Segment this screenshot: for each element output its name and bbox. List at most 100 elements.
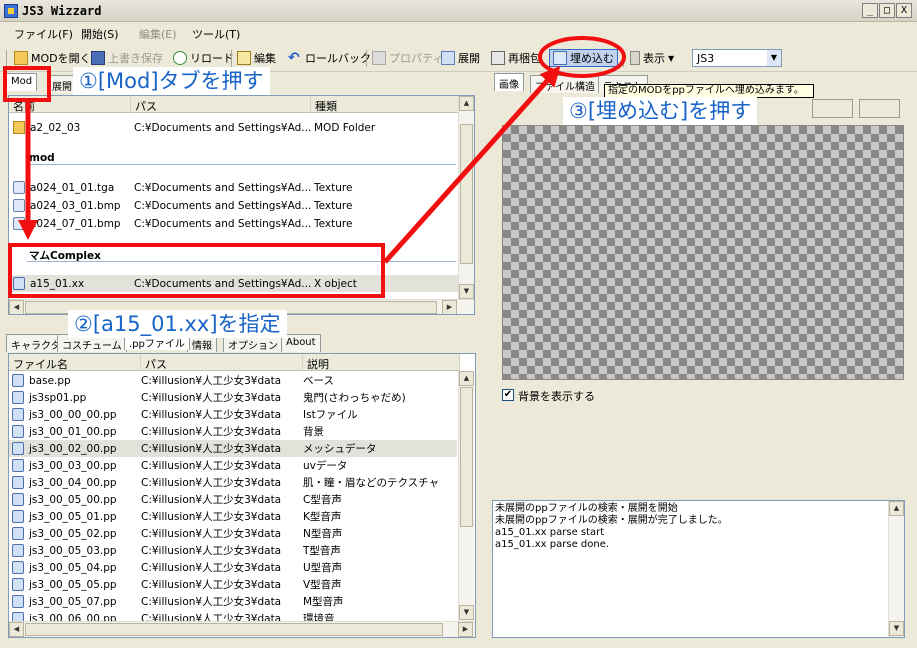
table-row[interactable]: base.pp C:¥illusion¥人工少女3¥data ベース (9, 372, 457, 389)
scroll-down-icon[interactable]: ▼ (459, 284, 474, 299)
file-name: js3sp01.pp (29, 391, 87, 404)
scroll-up-icon[interactable]: ▲ (889, 501, 904, 516)
scroll-thumb[interactable] (460, 124, 473, 264)
table-row[interactable]: js3_00_05_05.pp C:¥illusion¥人工少女3¥data V型音… (9, 576, 457, 593)
table-row[interactable]: js3_00_05_04.pp C:¥illusion¥人工少女3¥data U型音… (9, 559, 457, 576)
profile-select[interactable]: JS3 ▼ (692, 49, 782, 67)
scroll-thumb[interactable] (25, 623, 443, 636)
item-type: Texture (314, 217, 353, 230)
scroll-right-icon[interactable]: ▶ (458, 622, 473, 637)
horizontal-scrollbar[interactable]: ◀ ▶ (9, 621, 475, 637)
pp-file-icon (12, 510, 24, 523)
edit-button[interactable]: 編集 (237, 49, 276, 67)
step2-label: ②[a15_01.xx]を指定 (68, 310, 287, 338)
properties-button[interactable]: プロパティ (372, 49, 443, 67)
file-description: T型音声 (303, 545, 341, 557)
vertical-scrollbar[interactable]: ▲ ▼ (458, 371, 474, 621)
texture-icon (13, 217, 25, 230)
overwrite-save-button[interactable]: 上書き保存 (91, 49, 163, 67)
scroll-thumb[interactable] (460, 387, 473, 527)
step3-label: ③[埋め込む]を押す (563, 97, 758, 125)
table-row[interactable]: js3sp01.pp C:¥illusion¥人工少女3¥data 鬼門(さわっちゃ… (9, 389, 457, 406)
table-row[interactable]: js3_00_04_00.pp C:¥illusion¥人工少女3¥data 肌・瞳… (9, 474, 457, 491)
table-row[interactable]: js3_00_05_01.pp C:¥illusion¥人工少女3¥data K型音… (9, 508, 457, 525)
item-name: a024_01_01.tga (30, 181, 115, 194)
log-output[interactable]: 未展開のppファイルの検索・展開を開始 未展開のppファイルの検索・展開が完了し… (492, 500, 905, 638)
list-item[interactable]: a024_03_01.bmp C:¥Documents and Settings… (10, 197, 458, 214)
minimize-button[interactable]: _ (862, 3, 878, 18)
item-name: a024_07_01.bmp (30, 217, 121, 230)
toolbar-separator (366, 50, 367, 67)
file-path: C:¥illusion¥人工少女3¥data (141, 426, 282, 438)
preview-field (859, 99, 900, 118)
list-item[interactable]: a2_02_03 C:¥Documents and Settings¥Ad...… (10, 119, 458, 136)
edit-label: 編集 (254, 52, 276, 65)
table-row[interactable]: js3_00_05_07.pp C:¥illusion¥人工少女3¥data M型音… (9, 593, 457, 610)
menu-edit[interactable]: 編集(E) (139, 26, 177, 42)
scroll-down-icon[interactable]: ▼ (889, 621, 904, 636)
table-row[interactable]: js3_00_00_00.pp C:¥illusion¥人工少女3¥data Ist… (9, 406, 457, 423)
column-header-path[interactable]: パス (131, 96, 311, 113)
column-header-type[interactable]: 種類 (311, 96, 459, 113)
pp-file-icon (12, 595, 24, 608)
pp-file-icon (12, 391, 24, 404)
item-path: C:¥Documents and Settings¥Ad... (134, 181, 312, 194)
view-label: 表示 (643, 52, 665, 65)
file-path: C:¥illusion¥人工少女3¥data (141, 494, 282, 506)
texture-preview (502, 125, 904, 380)
file-path: C:¥illusion¥人工少女3¥data (141, 562, 282, 574)
edit-icon (237, 51, 251, 65)
scroll-up-icon[interactable]: ▲ (459, 371, 474, 386)
properties-icon (372, 51, 386, 65)
view-dropdown-button[interactable]: 表示 ▼ (630, 49, 674, 67)
menu-file[interactable]: ファイル(F) (14, 26, 73, 42)
menu-tools[interactable]: ツール(T) (192, 26, 240, 42)
repack-button[interactable]: 再梱包 (491, 49, 541, 67)
scroll-up-icon[interactable]: ▲ (459, 96, 474, 111)
column-header-path[interactable]: パス (141, 354, 303, 371)
list-item[interactable]: a024_07_01.bmp C:¥Documents and Settings… (10, 215, 458, 232)
file-name: js3_00_05_00.pp (29, 493, 117, 506)
view-icon (630, 51, 640, 65)
scroll-left-icon[interactable]: ◀ (9, 300, 24, 314)
table-row[interactable]: js3_00_02_00.pp C:¥illusion¥人工少女3¥data メッシ… (9, 440, 457, 457)
tab-file-structure[interactable]: ファイル構造 (530, 75, 600, 93)
table-row[interactable]: js3_00_05_03.pp C:¥illusion¥人工少女3¥data T型音… (9, 542, 457, 559)
close-button[interactable]: X (896, 3, 912, 18)
item-name: a2_02_03 (30, 121, 81, 134)
table-row[interactable]: js3_00_05_02.pp C:¥illusion¥人工少女3¥data N型音… (9, 525, 457, 542)
pp-file-icon (12, 442, 24, 455)
status-strip (0, 640, 917, 648)
open-mod-button[interactable]: MODを開く (14, 49, 91, 67)
embed-tooltip: 指定のMODをppファイルへ埋め込みます。 (604, 84, 814, 98)
rollback-button[interactable]: ↶ ロールバック (288, 49, 371, 67)
column-header-filename[interactable]: ファイル名 (9, 354, 141, 371)
chevron-down-icon[interactable]: ▼ (767, 50, 781, 66)
menu-start[interactable]: 開始(S) (81, 26, 119, 42)
pp-file-icon (12, 527, 24, 540)
vertical-scrollbar[interactable]: ▲ ▼ (888, 501, 904, 637)
file-name: js3_00_05_05.pp (29, 578, 117, 591)
tab-about[interactable]: About (281, 334, 321, 352)
expand-button[interactable]: 展開 (441, 49, 480, 67)
open-mod-label: MODを開く (31, 52, 91, 65)
reload-button[interactable]: リロード (173, 49, 234, 67)
maximize-button[interactable]: □ (879, 3, 895, 18)
table-row[interactable]: js3_00_01_00.pp C:¥illusion¥人工少女3¥data 背景 (9, 423, 457, 440)
embed-button[interactable]: 埋め込む (549, 49, 618, 67)
table-row[interactable]: js3_00_05_00.pp C:¥illusion¥人工少女3¥data C型音… (9, 491, 457, 508)
table-row[interactable]: js3_00_03_00.pp C:¥illusion¥人工少女3¥data uvデ… (9, 457, 457, 474)
show-background-checkbox[interactable]: ✔ (502, 389, 514, 401)
scroll-left-icon[interactable]: ◀ (9, 622, 24, 637)
list-item[interactable]: a024_01_01.tga C:¥Documents and Settings… (10, 179, 458, 196)
file-description: V型音声 (303, 579, 342, 591)
vertical-scrollbar[interactable]: ▲ ▼ (458, 96, 474, 299)
scroll-right-icon[interactable]: ▶ (442, 300, 457, 314)
item-path: C:¥Documents and Settings¥Ad... (134, 121, 312, 134)
column-header-description[interactable]: 説明 (303, 354, 460, 371)
item-type: Texture (314, 199, 353, 212)
save-icon (91, 51, 105, 65)
tab-image[interactable]: 画像 (494, 73, 524, 91)
scroll-down-icon[interactable]: ▼ (459, 605, 474, 620)
file-description: Istファイル (303, 409, 358, 421)
